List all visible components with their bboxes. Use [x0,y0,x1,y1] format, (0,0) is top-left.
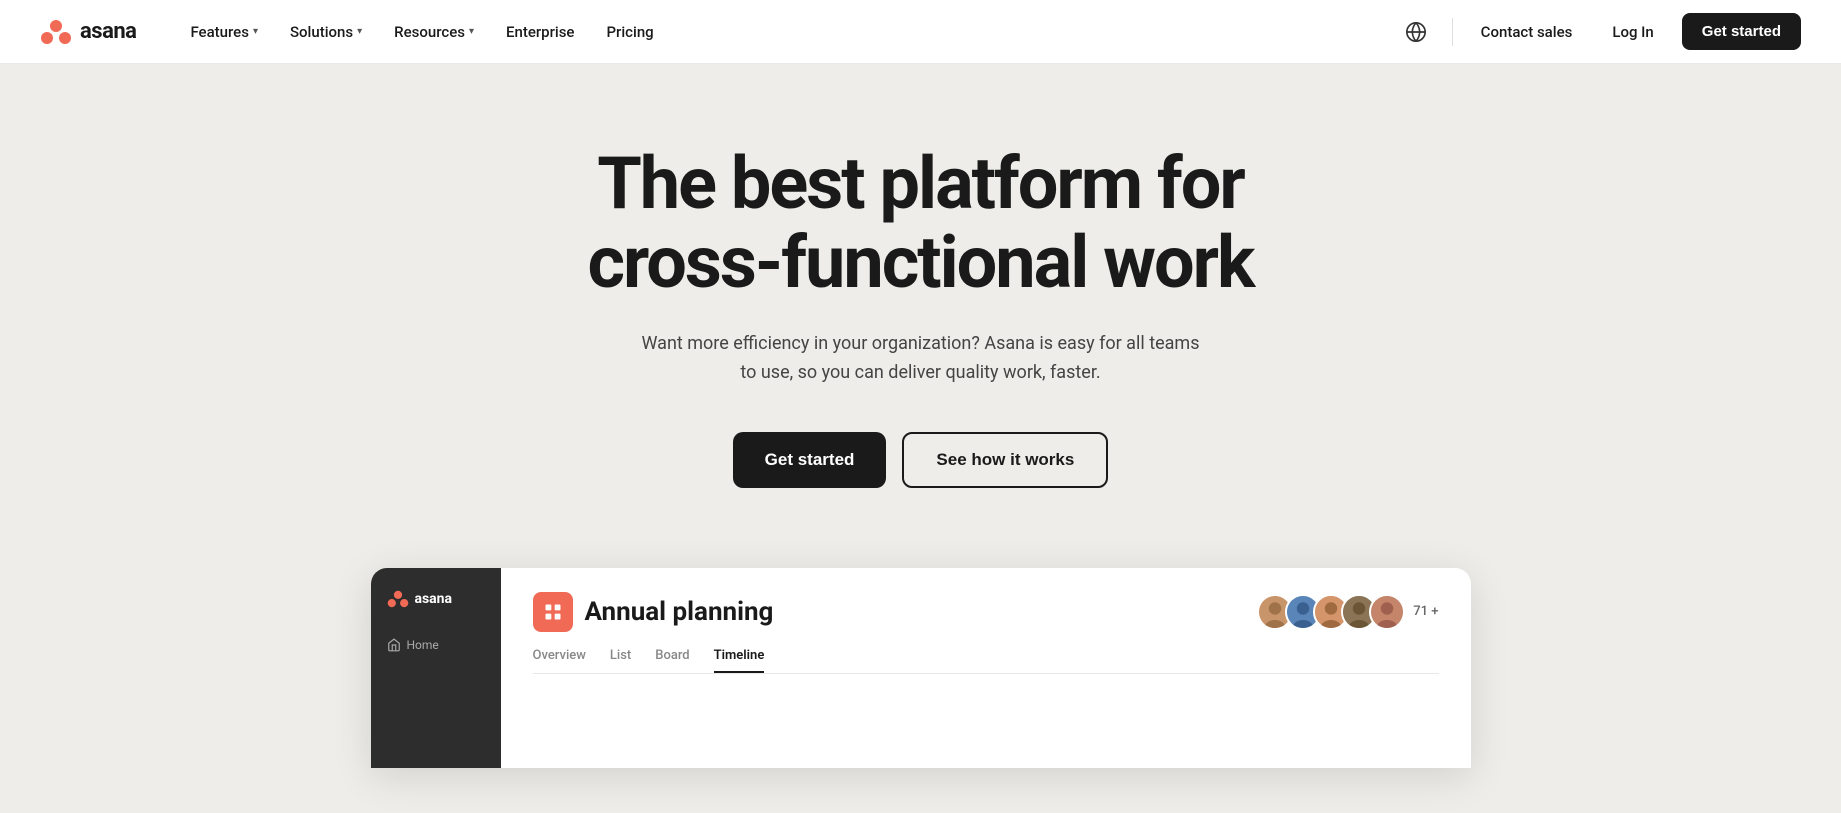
globe-icon [1405,21,1427,43]
preview-sidebar: asana Home [371,568,501,768]
nav-item-solutions[interactable]: Solutions ▾ [276,15,376,49]
preview-asana-icon [387,588,409,610]
nav-divider [1452,18,1453,46]
nav-menu: Features ▾ Solutions ▾ Resources ▾ Enter… [176,15,1395,49]
nav-item-pricing[interactable]: Pricing [592,15,667,49]
get-started-nav-button[interactable]: Get started [1682,13,1801,50]
preview-title-row: Annual planning [533,592,774,632]
nav-item-resources[interactable]: Resources ▾ [380,15,488,49]
language-selector-button[interactable] [1396,12,1436,52]
navbar-right: Contact sales Log In Get started [1396,12,1801,52]
avatar-person-icon [1371,596,1403,628]
tab-list[interactable]: List [610,648,631,673]
login-button[interactable]: Log In [1600,15,1665,49]
avatar [1369,594,1405,630]
preview-home-nav[interactable]: Home [387,634,485,656]
preview-tabs: Overview List Board Timeline [533,648,1439,674]
hero-subtitle: Want more efficiency in your organizatio… [641,330,1201,388]
chevron-down-icon: ▾ [253,26,258,37]
navbar: asana Features ▾ Solutions ▾ Resources ▾… [0,0,1841,64]
chevron-down-icon: ▾ [469,26,474,37]
preview-project-icon [533,592,573,632]
tab-overview[interactable]: Overview [533,648,586,673]
list-icon [543,602,563,622]
get-started-hero-button[interactable]: Get started [733,432,887,488]
nav-item-enterprise[interactable]: Enterprise [492,15,588,49]
see-how-it-works-button[interactable]: See how it works [902,432,1108,488]
hero-section: The best platform for cross-functional w… [0,64,1841,813]
preview-header: Annual planning [533,592,1439,632]
logo-text: asana [80,19,136,44]
preview-avatar-group: 71 + [1257,594,1438,630]
logo-link[interactable]: asana [40,16,136,48]
contact-sales-button[interactable]: Contact sales [1469,15,1585,49]
product-preview: asana Home [371,568,1471,768]
home-icon [387,638,401,652]
preview-project-title: Annual planning [585,597,774,627]
preview-main-content: Annual planning [501,568,1471,768]
hero-cta-group: Get started See how it works [733,432,1109,488]
preview-logo-text: asana [415,591,453,607]
nav-item-features[interactable]: Features ▾ [176,15,272,49]
avatar-overflow-count: 71 + [1413,604,1438,619]
tab-board[interactable]: Board [655,648,689,673]
tab-timeline[interactable]: Timeline [714,648,765,673]
preview-logo: asana [387,588,485,610]
asana-logo-icon [40,16,72,48]
chevron-down-icon: ▾ [357,26,362,37]
hero-title: The best platform for cross-functional w… [588,144,1254,302]
